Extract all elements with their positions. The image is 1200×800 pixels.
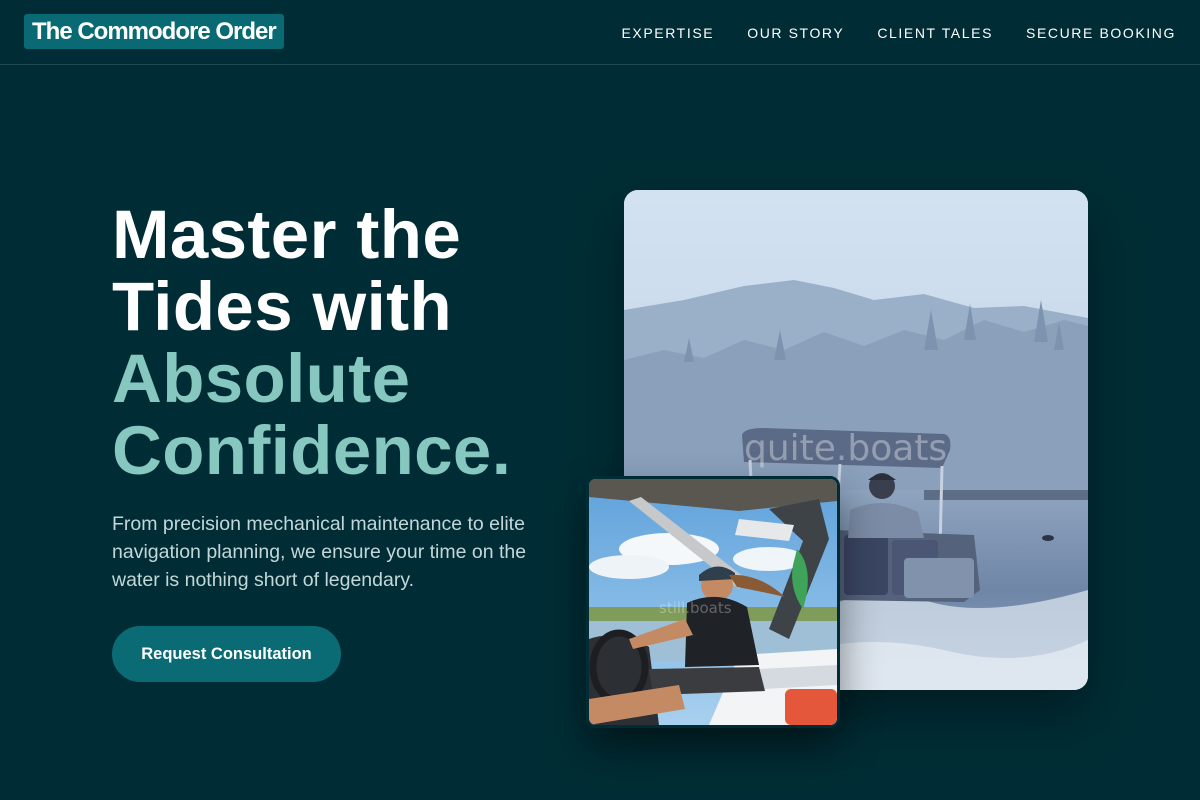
boat-driver-illustration: still.boats	[589, 479, 837, 725]
nav-link-our-story[interactable]: OUR STORY	[747, 25, 844, 41]
headline-line-2: Tides with	[112, 268, 453, 345]
page: The Commodore Order EXPERTISE OUR STORY …	[0, 0, 1200, 800]
inset-photo-watermark: still.boats	[659, 599, 732, 617]
brand-logo[interactable]: The Commodore Order	[24, 14, 284, 49]
nav-link-client-tales[interactable]: CLIENT TALES	[877, 25, 993, 41]
hero-headline: Master the Tides with Absolute Confidenc…	[112, 199, 582, 487]
main-photo-watermark: quite.boats	[744, 428, 947, 469]
nav-link-secure-booking[interactable]: SECURE BOOKING	[1026, 25, 1176, 41]
headline-accent-line-1: Absolute	[112, 340, 411, 417]
hero-description: From precision mechanical maintenance to…	[112, 513, 527, 591]
top-navigation-bar: The Commodore Order EXPERTISE OUR STORY …	[0, 0, 1200, 65]
headline-line-1: Master the	[112, 196, 462, 273]
headline-accent-line-2: Confidence.	[112, 412, 512, 489]
nav-link-expertise[interactable]: EXPERTISE	[621, 25, 714, 41]
main-nav: EXPERTISE OUR STORY CLIENT TALES SECURE …	[588, 0, 1176, 65]
request-consultation-button[interactable]: Request Consultation	[112, 626, 341, 682]
boat-driver-photo: still.boats	[586, 476, 840, 728]
